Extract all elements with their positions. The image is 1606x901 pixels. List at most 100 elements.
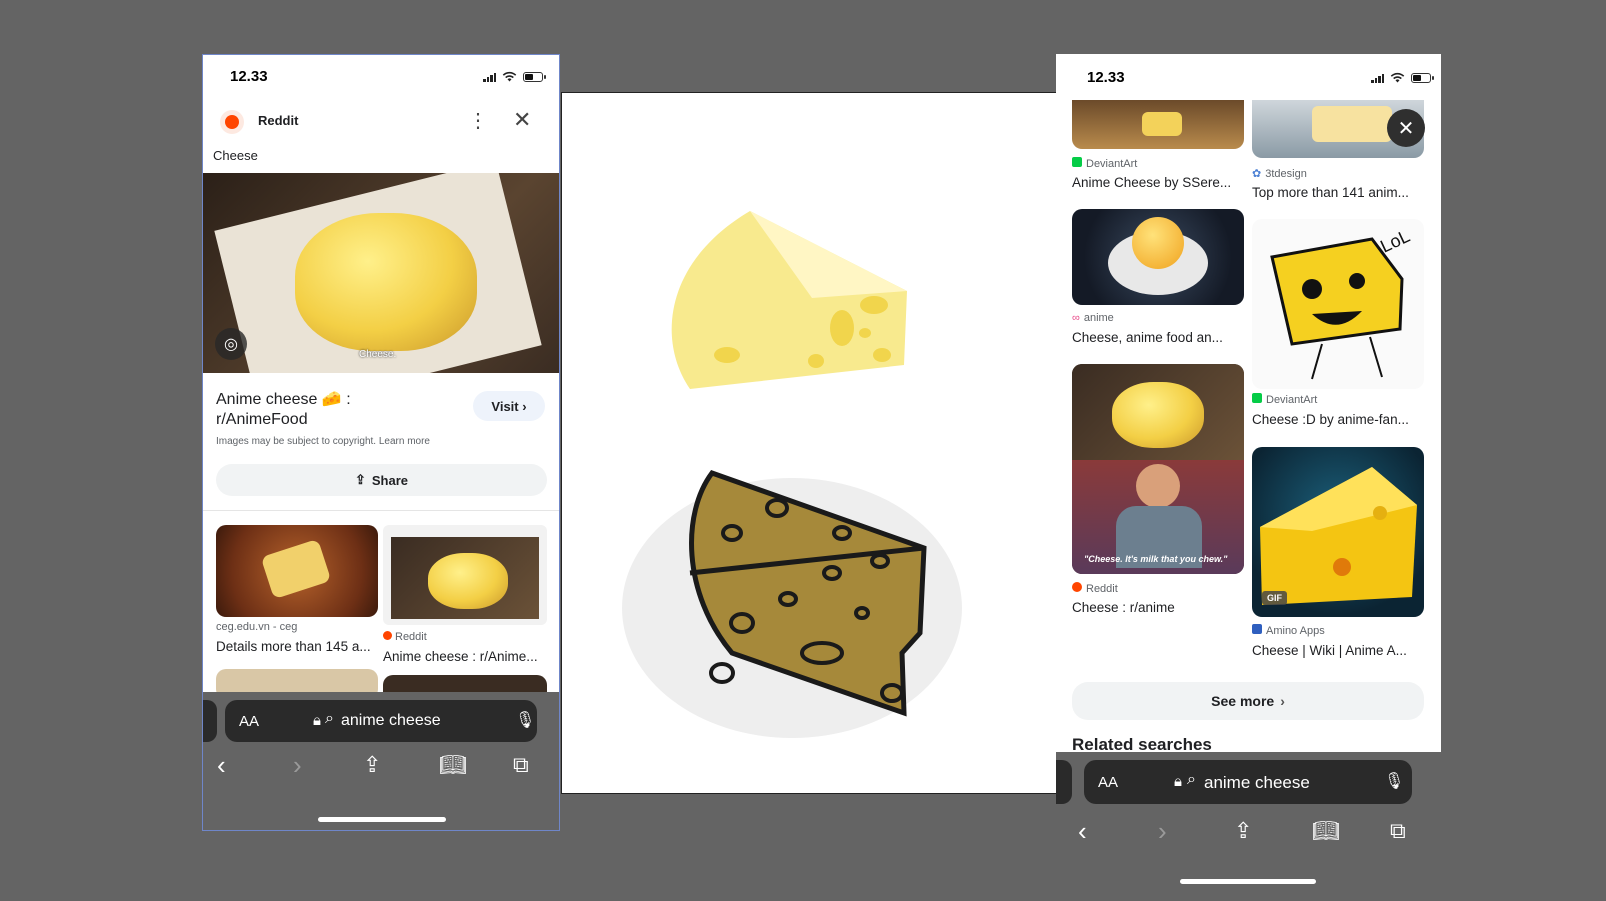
yellow-cheese-wedge xyxy=(671,211,907,389)
address-bar[interactable]: AA 🔒︎ ⌕ anime cheese 🎙︎ xyxy=(225,700,537,742)
result-caption-3[interactable]: Cheese, anime food an... xyxy=(1072,330,1223,345)
reddit-icon xyxy=(383,631,392,640)
reader-aa-button[interactable]: AA xyxy=(1098,774,1118,791)
deviantart-icon xyxy=(1252,393,1262,403)
hero-watermark: Cheese. xyxy=(359,349,397,360)
search-icon: ⌕ xyxy=(1187,771,1196,788)
result-thumb-4[interactable]: LoL xyxy=(1252,219,1424,389)
bookmarks-icon[interactable]: 📖︎ xyxy=(1312,818,1340,844)
wifi-icon xyxy=(502,71,517,82)
status-time: 12.33 xyxy=(1087,69,1125,86)
bookmarks-icon[interactable]: 📖︎ xyxy=(439,752,467,778)
browser-toolbar: AA 🔒︎ ⌕ anime cheese 🎙︎ ‹ › ⇪ 📖︎ ⧉ xyxy=(1056,752,1441,901)
reddit-icon xyxy=(1072,582,1082,592)
cheese-drawings-canvas xyxy=(561,92,1057,794)
cartoon-cheese-drawing: LoL xyxy=(1270,226,1413,380)
hero-image[interactable]: ◎ Cheese. xyxy=(203,173,559,373)
result-caption-2[interactable]: Top more than 141 anim... xyxy=(1252,185,1409,200)
visit-button[interactable]: Visit › xyxy=(473,391,545,421)
microphone-icon[interactable]: 🎙︎ xyxy=(515,710,535,730)
see-more-label: See more xyxy=(1211,693,1275,709)
status-bar: 12.33 xyxy=(203,55,559,99)
close-icon[interactable]: ✕ xyxy=(1387,109,1425,147)
cheese-wheel-shape xyxy=(295,213,477,351)
back-icon[interactable]: ‹ xyxy=(1078,818,1087,844)
share-icon: ⇪ xyxy=(354,472,366,487)
grid-source-2: Reddit xyxy=(383,631,427,643)
result-caption-1[interactable]: Anime Cheese by SSere... xyxy=(1072,175,1231,190)
cheese-illustrations xyxy=(622,211,962,738)
microphone-icon[interactable]: 🎙︎ xyxy=(1384,771,1404,791)
back-icon[interactable]: ‹ xyxy=(217,752,226,778)
result-source-3: ∞ anime xyxy=(1072,312,1114,324)
copyright-note[interactable]: Images may be subject to copyright. Lear… xyxy=(216,436,430,447)
amino-icon xyxy=(1252,624,1262,634)
result-thumb-3[interactable] xyxy=(1072,209,1244,305)
lock-icon: 🔒︎ xyxy=(1174,773,1182,790)
cheese-shape xyxy=(1312,106,1392,142)
forward-icon[interactable]: › xyxy=(293,752,302,778)
prev-tab-peek[interactable] xyxy=(1056,760,1072,804)
grid-caption-2[interactable]: Anime cheese : r/Anime... xyxy=(383,649,538,664)
home-indicator xyxy=(318,817,446,822)
grid-caption-1[interactable]: Details more than 145 a... xyxy=(216,639,371,654)
friends-subtitle: "Cheese. It's milk that you chew." xyxy=(1084,554,1228,564)
gif-badge: GIF xyxy=(1262,591,1287,605)
result-title-line2[interactable]: r/AnimeFood xyxy=(216,411,308,429)
share-icon[interactable]: ⇪ xyxy=(1234,818,1252,844)
cheese-wheel-shape xyxy=(428,553,508,609)
battery-icon xyxy=(1411,72,1434,83)
wifi-icon xyxy=(1390,72,1405,83)
status-icons xyxy=(1371,72,1434,83)
search-query[interactable]: anime cheese xyxy=(1204,773,1310,793)
grid-thumb-2[interactable] xyxy=(383,525,547,625)
result-caption-4[interactable]: Cheese :D by anime-fan... xyxy=(1252,412,1409,427)
forward-icon[interactable]: › xyxy=(1158,818,1167,844)
result-thumb-1[interactable] xyxy=(1072,100,1244,149)
result-caption-5[interactable]: Cheese : r/anime xyxy=(1072,600,1175,615)
search-query[interactable]: anime cheese xyxy=(341,712,441,730)
brown-cheese-wedge xyxy=(622,470,962,738)
status-time: 12.33 xyxy=(230,68,268,85)
cheese-shape xyxy=(1142,112,1182,136)
tabs-icon[interactable]: ⧉ xyxy=(1390,818,1406,844)
search-icon: ⌕ xyxy=(325,710,334,727)
lens-icon[interactable]: ◎ xyxy=(215,328,247,360)
page-title-small: Cheese xyxy=(213,148,258,163)
browser-toolbar: AA 🔒︎ ⌕ anime cheese 🎙︎ ‹ › ⇪ 📖︎ ⧉ xyxy=(203,692,559,830)
3tdesign-icon: ✿ xyxy=(1252,168,1262,180)
reddit-logo-icon xyxy=(220,110,244,134)
reader-aa-button[interactable]: AA xyxy=(239,713,259,730)
person-head-shape xyxy=(1136,464,1180,508)
see-more-button[interactable]: See more › xyxy=(1072,682,1424,720)
lock-icon: 🔒︎ xyxy=(313,712,321,729)
result-thumb-5[interactable]: "Cheese. It's milk that you chew." xyxy=(1072,364,1244,574)
signal-icon xyxy=(483,72,496,82)
lol-text: LoL xyxy=(1377,226,1413,257)
result-source-2: ✿ 3tdesign xyxy=(1252,168,1307,180)
grid-thumb-1[interactable] xyxy=(216,525,378,617)
result-source-5: Reddit xyxy=(1072,582,1118,595)
result-thumb-6[interactable]: GIF xyxy=(1252,447,1424,617)
right-phone-screen: 12.33 DeviantArt Anime Cheese by SSere..… xyxy=(1056,54,1441,901)
friends-still: "Cheese. It's milk that you chew." xyxy=(1072,460,1244,574)
visit-label: Visit › xyxy=(491,398,527,414)
cheese-shape xyxy=(1132,217,1184,269)
address-bar[interactable]: AA 🔒︎ ⌕ anime cheese 🎙︎ xyxy=(1084,760,1412,804)
result-source-4: DeviantArt xyxy=(1252,393,1317,406)
prev-tab-peek[interactable] xyxy=(203,700,217,742)
deviantart-icon xyxy=(1072,157,1082,167)
result-title-line1[interactable]: Anime cheese 🧀 : xyxy=(216,389,351,409)
tabs-icon[interactable]: ⧉ xyxy=(513,752,529,778)
anime-site-icon: ∞ xyxy=(1072,312,1080,324)
grid-source-1: ceg.edu.vn - ceg xyxy=(216,621,298,633)
close-icon[interactable]: ✕ xyxy=(513,109,531,131)
more-options-icon[interactable]: ⋮ xyxy=(468,111,488,131)
cheese-slice-shape xyxy=(260,538,332,600)
share-icon[interactable]: ⇪ xyxy=(363,752,381,778)
chevron-right-icon: › xyxy=(1280,693,1285,709)
share-button[interactable]: ⇪ Share xyxy=(216,464,547,496)
left-phone-screen: 12.33 Reddit ⋮ ✕ Cheese ◎ Cheese. Anime … xyxy=(202,54,560,831)
home-indicator xyxy=(1180,879,1316,884)
result-caption-6[interactable]: Cheese | Wiki | Anime A... xyxy=(1252,643,1407,658)
